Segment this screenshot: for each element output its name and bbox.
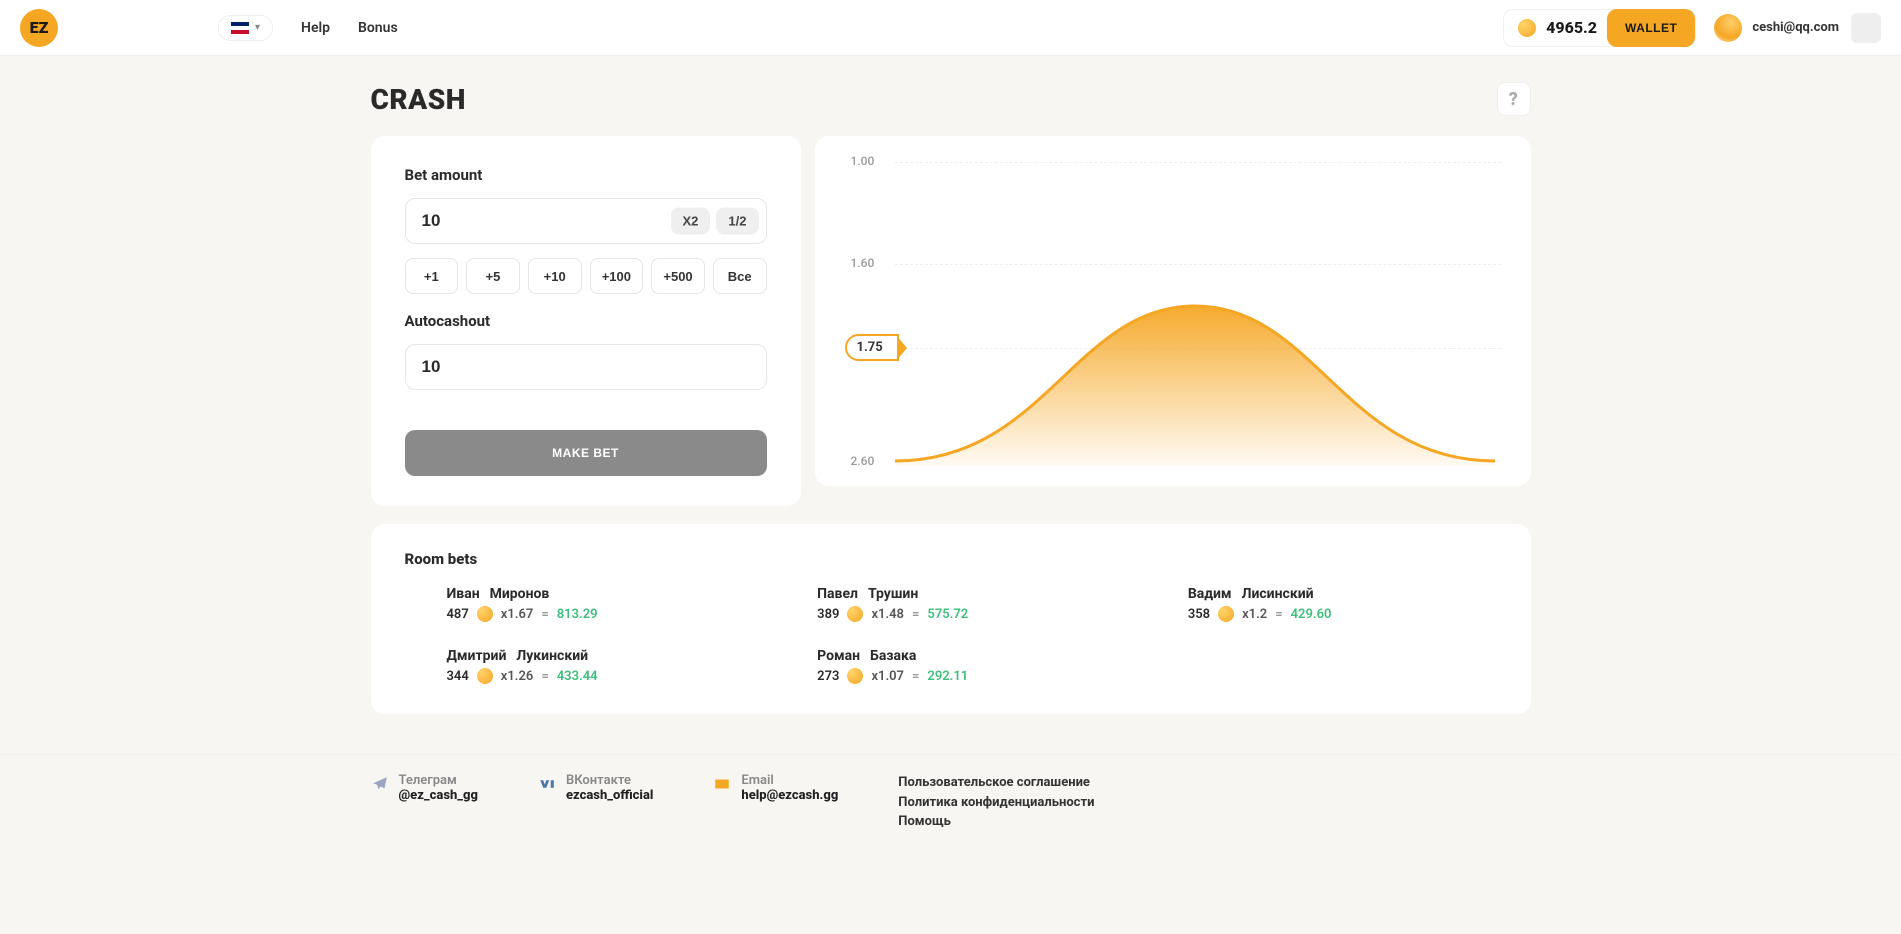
preset-plus1[interactable]: +1 (405, 258, 459, 294)
bet-half-button[interactable]: 1/2 (716, 208, 758, 235)
email-icon (713, 775, 731, 793)
language-selector[interactable]: ▾ (218, 15, 273, 41)
vk-icon (538, 775, 556, 793)
crash-curve (895, 276, 1495, 466)
autocashout-input[interactable] (405, 344, 767, 390)
footer: Телеграм @ez_cash_gg ВКонтакте ezcash_of… (0, 754, 1901, 860)
bet-multiplier: x1.07 (871, 669, 904, 684)
footer-links: Пользовательское соглашение Политика кон… (898, 773, 1094, 832)
balance-amount: 4965.2 (1546, 18, 1597, 37)
bet-item: ИванМиронов 487 x1.67 = 813.29 (405, 586, 756, 622)
bet-multiplier: x1.67 (501, 607, 534, 622)
bet-player-name: ВадимЛисинский (1188, 586, 1497, 602)
footer-link-privacy[interactable]: Политика конфиденциальности (898, 793, 1094, 813)
bet-item: ВадимЛисинский 358 x1.2 = 429.60 (1146, 586, 1497, 622)
bet-x2-button[interactable]: X2 (671, 208, 711, 235)
user-email: ceshi@qq.com (1752, 20, 1839, 35)
equals-sign: = (912, 607, 919, 622)
chart-gridline (895, 264, 1501, 265)
bet-win: 292.11 (927, 669, 968, 684)
nav-help[interactable]: Help (301, 20, 330, 36)
settings-button[interactable] (1851, 13, 1881, 43)
header: EZ ▾ Help Bonus 4965.2 WALLET ceshi@qq.c… (0, 0, 1901, 56)
bet-player-name: ПавелТрушин (817, 586, 1126, 602)
footer-vk-label: ВКонтакте (566, 773, 653, 788)
chart-tick-2: 1.60 (851, 256, 875, 270)
footer-telegram-value: @ez_cash_gg (399, 788, 478, 803)
equals-sign: = (541, 669, 548, 684)
user-menu[interactable]: ceshi@qq.com (1714, 14, 1839, 42)
chart-tick-3: 2.60 (851, 454, 875, 468)
bet-win: 575.72 (927, 607, 968, 622)
balance-pill: 4965.2 WALLET (1503, 9, 1696, 47)
room-bets-title: Room bets (405, 550, 1497, 568)
bet-multiplier: x1.26 (501, 669, 534, 684)
chart-indicator: 1.75 (845, 334, 899, 361)
footer-telegram-label: Телеграм (399, 773, 478, 788)
bet-win: 433.44 (557, 669, 598, 684)
make-bet-button[interactable]: MAKE BET (405, 430, 767, 476)
coin-icon (477, 668, 493, 684)
bet-amount: 389 (817, 607, 839, 622)
chart-tick-1: 1.00 (851, 154, 875, 168)
bet-item: ПавелТрушин 389 x1.48 = 575.72 (775, 586, 1126, 622)
bet-player-name: ИванМиронов (447, 586, 756, 602)
flag-uk-icon (231, 22, 249, 34)
bet-amount-label: Bet amount (405, 166, 767, 184)
equals-sign: = (912, 669, 919, 684)
bet-amount: 344 (447, 669, 469, 684)
footer-vk-value: ezcash_official (566, 788, 653, 803)
bet-multiplier: x1.48 (871, 607, 904, 622)
footer-telegram[interactable]: Телеграм @ez_cash_gg (371, 773, 478, 832)
bet-player-name: РоманБазака (817, 648, 1126, 664)
page-title: CRASH (371, 83, 466, 116)
footer-email-value: help@ezcash.gg (741, 788, 838, 803)
wallet-button[interactable]: WALLET (1607, 9, 1695, 47)
footer-email[interactable]: Email help@ezcash.gg (713, 773, 838, 832)
footer-link-terms[interactable]: Пользовательское соглашение (898, 773, 1094, 793)
room-bets-panel: Room bets ИванМиронов 487 x1.67 = 813.29 Паве… (371, 524, 1531, 714)
telegram-icon (371, 775, 389, 793)
coin-icon (1518, 19, 1536, 37)
avatar (1714, 14, 1742, 42)
bet-win: 813.29 (557, 607, 598, 622)
bet-panel: Bet amount X2 1/2 +1 +5 +10 +100 +500 Вс… (371, 136, 801, 506)
bet-multiplier: x1.2 (1242, 607, 1267, 622)
chevron-down-icon: ▾ (255, 22, 260, 33)
page-title-row: CRASH ? (371, 82, 1531, 116)
footer-vk[interactable]: ВКонтакте ezcash_official (538, 773, 653, 832)
preset-all[interactable]: Все (713, 258, 767, 294)
preset-plus500[interactable]: +500 (651, 258, 705, 294)
equals-sign: = (541, 607, 548, 622)
preset-plus10[interactable]: +10 (528, 258, 582, 294)
footer-email-label: Email (741, 773, 838, 788)
equals-sign: = (1275, 607, 1282, 622)
coin-icon (847, 606, 863, 622)
autocashout-label: Autocashout (405, 312, 767, 330)
bet-player-name: ДмитрийЛукинский (447, 648, 756, 664)
bet-presets: +1 +5 +10 +100 +500 Все (405, 258, 767, 294)
nav-bonus[interactable]: Bonus (358, 20, 398, 36)
preset-plus100[interactable]: +100 (590, 258, 644, 294)
coin-icon (847, 668, 863, 684)
bet-win: 429.60 (1291, 607, 1332, 622)
bet-amount: 273 (817, 669, 839, 684)
coin-icon (477, 606, 493, 622)
chart-gridline (895, 162, 1501, 163)
coin-icon (1218, 606, 1234, 622)
preset-plus5[interactable]: +5 (466, 258, 520, 294)
bet-amount: 487 (447, 607, 469, 622)
bet-amount: 358 (1188, 607, 1210, 622)
logo[interactable]: EZ (20, 9, 58, 47)
bet-item: ДмитрийЛукинский 344 x1.26 = 433.44 (405, 648, 756, 684)
help-button[interactable]: ? (1497, 82, 1531, 116)
footer-link-help[interactable]: Помощь (898, 812, 1094, 832)
chart-panel: 1.00 1.60 1.75 2.60 (815, 136, 1531, 486)
bet-item: РоманБазака 273 x1.07 = 292.11 (775, 648, 1126, 684)
